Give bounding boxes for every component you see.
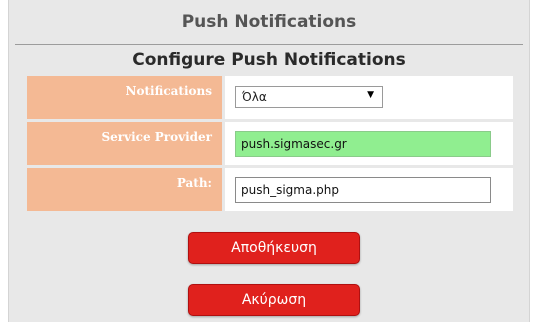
path-input[interactable]: push_sigma.php xyxy=(235,177,491,203)
form-row-notifications: Notifications Όλα ▼ xyxy=(27,76,513,119)
cancel-button[interactable]: Ακύρωση xyxy=(188,284,360,316)
service-provider-label: Service Provider xyxy=(27,122,222,165)
save-button[interactable]: Αποθήκευση xyxy=(188,232,360,264)
dropdown-arrow-icon: ▼ xyxy=(367,90,374,100)
header-divider xyxy=(15,44,523,45)
section-title: Configure Push Notifications xyxy=(132,50,406,70)
service-provider-input[interactable]: push.sigmasec.gr xyxy=(235,131,491,157)
settings-panel: Push Notifications Configure Push Notifi… xyxy=(8,0,530,322)
service-provider-cell: push.sigmasec.gr xyxy=(225,122,513,165)
form-row-service-provider: Service Provider push.sigmasec.gr xyxy=(27,122,513,165)
notifications-select[interactable]: Όλα ▼ xyxy=(235,86,383,108)
page-title: Push Notifications xyxy=(181,12,357,32)
path-cell: push_sigma.php xyxy=(225,168,513,211)
notifications-cell: Όλα ▼ xyxy=(225,76,513,119)
config-form: Notifications Όλα ▼ Service Provider pus… xyxy=(27,76,513,214)
form-row-path: Path: push_sigma.php xyxy=(27,168,513,211)
notifications-select-value: Όλα xyxy=(242,90,267,104)
notifications-label: Notifications xyxy=(27,76,222,119)
path-label: Path: xyxy=(27,168,222,211)
